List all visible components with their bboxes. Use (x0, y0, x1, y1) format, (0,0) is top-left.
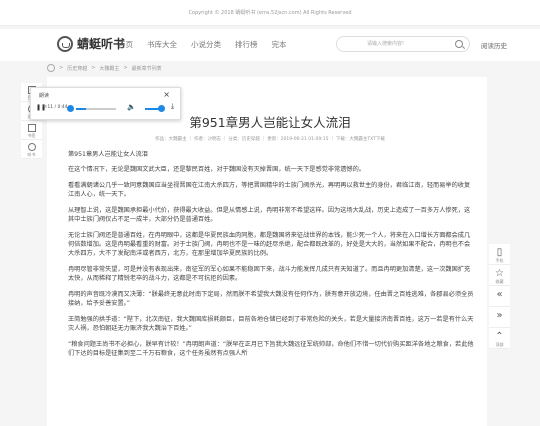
search-placeholder: 请输入搜索内容! (367, 41, 405, 47)
next-icon: » (496, 310, 503, 321)
player-label: 朗读 (39, 93, 50, 99)
headphones-icon (57, 35, 73, 52)
star-icon: ☆ (495, 268, 504, 279)
breadcrumb-item[interactable]: 最新章节列表 (132, 65, 162, 72)
chapter-heading: 第951章男人岂能让女人流泪 (68, 151, 148, 158)
paragraph: “粮食问题王尚书不必担心，朕早有计较！”冉明朗声道：“朕早在正月已下旨我大魏远征… (68, 341, 474, 357)
nav-ranking[interactable]: 排行榜 (235, 39, 258, 50)
nav-library[interactable]: 书库大全 (147, 39, 177, 50)
copyright-bar: Copyright © 2018 蜻蜓听书 (ems.52jscn.com) A… (0, 0, 540, 26)
close-icon[interactable]: × (163, 90, 170, 99)
site-header: 蜻蜓听书 首页 书库大全 小说分类 排行榜 完本 请输入搜索内容! 阅读历史 (0, 29, 540, 61)
nav-home[interactable]: 首页 (118, 39, 133, 50)
paragraph: 无论士族门阀还是普通百姓，在冉明眼中，这都是华夏民族血肉同胞，都是魏国将来征战世… (68, 232, 471, 257)
reading-history-link[interactable]: 阅读历史 (481, 40, 507, 50)
favorite-label: 收藏 (495, 279, 504, 284)
top-icon: ⌃ (495, 331, 504, 342)
audio-icon (27, 143, 36, 151)
top-label: 顶部 (495, 342, 504, 347)
paragraph: 冉明的声音既冷漠而又决薄：“朕最终无意此时南下定局，然而朕不希望我大魏没有任何作… (68, 291, 474, 307)
search-box[interactable]: 请输入搜索内容! (336, 36, 470, 52)
paragraph: 王简勉强的拱手道：“陛下，北次南征，我大魏国库损耗颇巨，目前各地仓储已经到了非常… (68, 316, 474, 332)
prev-icon: « (496, 289, 503, 300)
progress-track[interactable] (76, 108, 116, 110)
prev-chapter-button[interactable]: « (489, 286, 510, 307)
breadcrumb-item[interactable]: 大魏霸主 (99, 65, 119, 72)
paragraph: 在这个情况下，无论是魏国文武大臣，还是黎民百姓，对于魏国没有灭掉晋国，统一天下是… (68, 166, 365, 173)
progress-handle[interactable] (67, 105, 74, 112)
paragraph: 从理智上说，这是魏国承担最小代价，获得最大收益。但是从情感上说，冉明非常不希望这… (68, 207, 471, 223)
chapter-meta: 作品：大魏霸主 ｜ 作者：沙明志 ｜ 分类：历史穿越 ｜ 更新：2019-06-… (155, 137, 385, 142)
breadcrumb-item[interactable]: 历史穿越 (67, 65, 87, 72)
breadcrumb: > 历史穿越 > 大魏霸主 > 最新章节列表 (47, 64, 162, 72)
progress-fill (76, 108, 86, 110)
copyright-text: Copyright © 2018 蜻蜓听书 (ems.52jscn.com) A… (188, 10, 352, 16)
favorite-button[interactable]: ☆ 收藏 (489, 265, 510, 286)
nav-completed[interactable]: 完本 (272, 39, 287, 50)
paragraph: 冉明尽管非常失望，可是并没有表现出来，南征军的军心如果不能稳固下来，战斗力能发挥… (68, 266, 471, 282)
home-icon[interactable] (47, 64, 55, 72)
site-logo[interactable]: 蜻蜓听书 (57, 35, 125, 52)
chapter-body: 第951章男人岂能让女人流泪 在这个情况下，无论是魏国文武大臣，还是黎民百姓，对… (68, 150, 476, 365)
paragraph: 看看满朝诸公几乎一致同意魏国应当坐视晋国在江南大杀四方，等把晋国精华的士族门阀杀… (68, 182, 471, 198)
mobile-button[interactable]: ▯ 手机 (489, 244, 510, 265)
search-icon[interactable] (455, 40, 463, 48)
listen-button[interactable]: 听书 (21, 140, 42, 159)
phone-icon: ▯ (496, 247, 503, 258)
volume-handle[interactable] (158, 105, 165, 112)
volume-slider[interactable] (145, 108, 159, 110)
next-chapter-button[interactable]: » (489, 307, 510, 328)
volume-icon[interactable]: 🔈 (127, 103, 136, 111)
download-icon[interactable]: ⤓ (171, 102, 174, 111)
listen-label: 听书 (27, 152, 36, 157)
main-nav: 首页 书库大全 小说分类 排行榜 完本 (118, 39, 301, 50)
player-time: 0:11 / 0:44 (43, 105, 68, 110)
nav-categories[interactable]: 小说分类 (191, 39, 221, 50)
mobile-label: 手机 (495, 258, 504, 263)
audio-player-popup: 朗读 × ❚❚ 0:11 / 0:44 🔈 ⤓ (30, 87, 181, 120)
back-to-top-button[interactable]: ⌃ 顶部 (489, 328, 510, 349)
right-toolbar: ▯ 手机 ☆ 收藏 « » ⌃ 顶部 (489, 244, 510, 349)
